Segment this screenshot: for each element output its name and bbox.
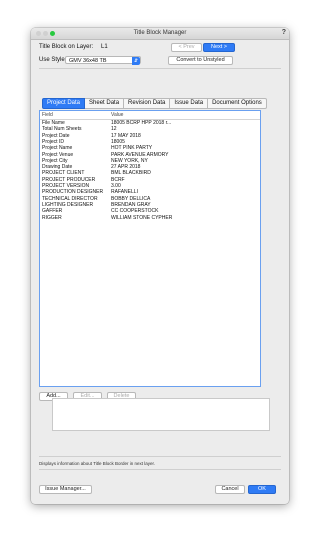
help-button[interactable]: ?	[282, 29, 286, 36]
table-header: Field Value	[40, 111, 260, 120]
convert-to-unstyled-button[interactable]: Convert to Unstyled	[168, 56, 233, 65]
tab-bar: Project Data Sheet Data Revision Data Issue…	[42, 98, 267, 109]
ok-button[interactable]: OK	[248, 485, 276, 494]
tab-revision-data[interactable]: Revision Data	[124, 98, 171, 109]
tab-project-data[interactable]: Project Data	[42, 98, 86, 109]
issue-manager-button[interactable]: Issue Manager...	[39, 485, 92, 494]
next-button[interactable]: Next >	[203, 43, 235, 52]
layer-value: L1	[101, 44, 108, 50]
project-data-table[interactable]: Field Value File Name 18005 BCRP HPP 2018…	[39, 110, 261, 387]
divider	[39, 68, 281, 69]
table-row[interactable]: RIGGER WILLIAM STONE CYPHER	[40, 215, 260, 221]
cancel-button[interactable]: Cancel	[215, 485, 245, 494]
field-cell: RIGGER	[42, 214, 62, 221]
title-block-manager-window: Title Block Manager ? Title Block on Lay…	[31, 28, 289, 504]
select-chevron-icon: ⇵	[132, 57, 140, 65]
value-cell: WILLIAM STONE CYPHER	[111, 214, 173, 221]
divider	[39, 456, 281, 457]
window-title: Title Block Manager	[133, 30, 187, 36]
column-header-value[interactable]: Value	[111, 111, 123, 119]
style-select[interactable]: GMV 36x48 TB ⇵	[65, 56, 141, 65]
prev-button[interactable]: < Prev	[171, 43, 202, 52]
style-label: Use Style:	[39, 57, 67, 63]
style-select-value: GMV 36x48 TB	[69, 58, 107, 64]
description-field[interactable]	[52, 398, 270, 431]
layer-label: Title Block on Layer:	[39, 44, 94, 50]
tab-document-options[interactable]: Document Options	[208, 98, 267, 109]
tab-sheet-data[interactable]: Sheet Data	[85, 98, 125, 109]
tab-issue-data[interactable]: Issue Data	[170, 98, 209, 109]
status-text: Displays information about Title Block B…	[39, 461, 156, 466]
column-header-field[interactable]: Field	[42, 111, 53, 119]
title-bar: Title Block Manager ?	[31, 28, 289, 40]
divider	[39, 469, 281, 470]
